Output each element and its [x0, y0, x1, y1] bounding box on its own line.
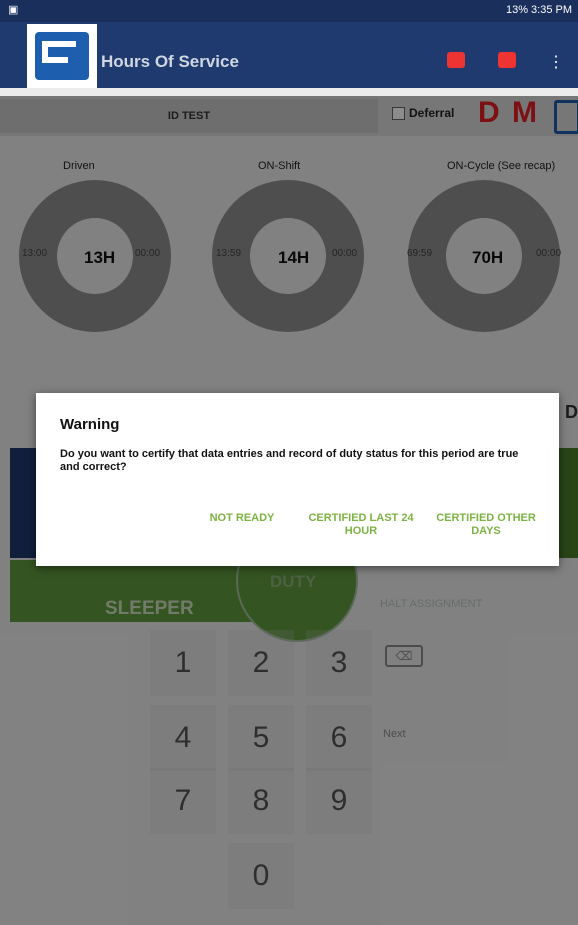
alert-icon[interactable] — [447, 52, 465, 68]
certified-last-24-button[interactable]: CERTIFIED LAST 24 HOUR — [296, 512, 426, 538]
certified-other-days-button[interactable]: CERTIFIED OTHER DAYS — [426, 512, 546, 538]
not-ready-button[interactable]: NOT READY — [202, 512, 282, 525]
message-icon[interactable] — [498, 52, 516, 68]
dialog-message: Do you want to certify that data entries… — [60, 448, 519, 473]
app-bar: Hours Of Service ⋮ — [0, 22, 578, 88]
image-icon: ▣ — [8, 4, 19, 16]
app-screen: ▣ 13% 3:35 PM Hours Of Service ⋮ ID TEST… — [0, 0, 578, 925]
status-right: 13% 3:35 PM — [505, 4, 572, 16]
app-title: Hours Of Service — [101, 52, 239, 71]
app-logo — [27, 24, 97, 88]
status-bar: ▣ 13% 3:35 PM — [0, 0, 578, 22]
overflow-menu-icon[interactable]: ⋮ — [548, 52, 564, 72]
warning-dialog: Warning Do you want to certify that data… — [36, 393, 559, 566]
dialog-title: Warning — [60, 416, 120, 433]
